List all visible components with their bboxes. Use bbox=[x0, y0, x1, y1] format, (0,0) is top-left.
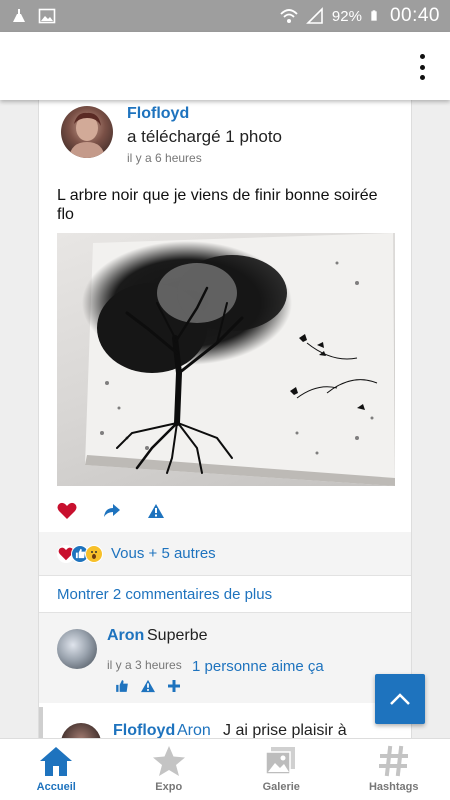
hashtag-icon bbox=[378, 745, 408, 777]
bottom-navigation: Accueil Expo Galerie Hashtags bbox=[0, 738, 450, 800]
post-action-text: a téléchargé 1 photo bbox=[127, 127, 283, 146]
post-author[interactable]: Flofloyd bbox=[127, 105, 189, 123]
nav-accueil[interactable]: Accueil bbox=[0, 739, 113, 800]
avatar[interactable] bbox=[61, 106, 113, 158]
wifi-icon bbox=[280, 9, 298, 23]
nav-expo[interactable]: Expo bbox=[113, 739, 226, 800]
cleaner-icon bbox=[13, 9, 25, 22]
app-bar bbox=[0, 32, 450, 100]
nav-label: Galerie bbox=[262, 781, 300, 793]
reply-indent-bar bbox=[39, 707, 43, 740]
home-icon bbox=[40, 747, 73, 776]
show-more-comments-link[interactable]: Montrer 2 commentaires de plus bbox=[39, 576, 411, 613]
battery-percent: 92% bbox=[331, 7, 362, 25]
scroll-to-top-button[interactable] bbox=[375, 674, 425, 724]
wow-reaction-icon bbox=[85, 544, 103, 563]
post-photo[interactable] bbox=[57, 233, 395, 486]
nav-hashtags[interactable]: Hashtags bbox=[338, 739, 450, 800]
reply-plus-icon[interactable] bbox=[167, 679, 181, 693]
star-icon bbox=[152, 746, 185, 776]
chevron-up-icon bbox=[390, 693, 410, 705]
clock: 00:40 bbox=[389, 5, 440, 26]
nav-galerie[interactable]: Galerie bbox=[225, 739, 338, 800]
avatar-portrait bbox=[69, 112, 105, 158]
nav-label: Accueil bbox=[36, 781, 76, 793]
comment-text: Superbe bbox=[147, 627, 208, 644]
gallery-icon bbox=[265, 747, 296, 775]
post-header: Flofloyd a téléchargé 1 photo il y a 6 h… bbox=[39, 100, 411, 180]
comment-avatar[interactable] bbox=[57, 629, 97, 669]
signal-icon bbox=[305, 7, 323, 24]
comment-timestamp: il y a 3 heures bbox=[107, 658, 182, 672]
reaction-emojis bbox=[57, 544, 103, 563]
post-timestamp: il y a 6 heures bbox=[127, 151, 202, 165]
post-text: L arbre noir que je viens de finir bonne… bbox=[57, 187, 378, 223]
likes-text[interactable]: Vous + 5 autres bbox=[111, 545, 216, 562]
post-card: Flofloyd a téléchargé 1 photo il y a 6 h… bbox=[38, 100, 412, 740]
share-icon[interactable] bbox=[103, 503, 121, 519]
post-actions bbox=[57, 502, 165, 520]
overflow-menu-icon[interactable] bbox=[416, 54, 428, 80]
report-icon[interactable] bbox=[147, 503, 165, 519]
battery-icon bbox=[371, 10, 377, 21]
comment: Aron Superbe il y a 3 heures 1 personne … bbox=[39, 613, 411, 703]
comment-reply: Flofloyd Aron J ai prise plaisir à bbox=[39, 703, 411, 740]
nav-label: Hashtags bbox=[368, 781, 419, 793]
report-comment-icon[interactable] bbox=[140, 679, 156, 693]
gallery-notification-icon bbox=[38, 8, 56, 24]
comment-likes-link[interactable]: 1 personne aime ça bbox=[192, 658, 324, 675]
thumbs-up-icon[interactable] bbox=[115, 679, 129, 693]
tree-artwork bbox=[82, 233, 395, 486]
heart-icon[interactable] bbox=[57, 502, 77, 520]
status-bar: 92% 00:40 bbox=[0, 0, 450, 32]
comment-author[interactable]: Aron bbox=[107, 627, 144, 645]
nav-label: Expo bbox=[155, 781, 183, 793]
likes-summary[interactable]: Vous + 5 autres bbox=[39, 532, 411, 576]
comment-actions bbox=[115, 679, 181, 693]
